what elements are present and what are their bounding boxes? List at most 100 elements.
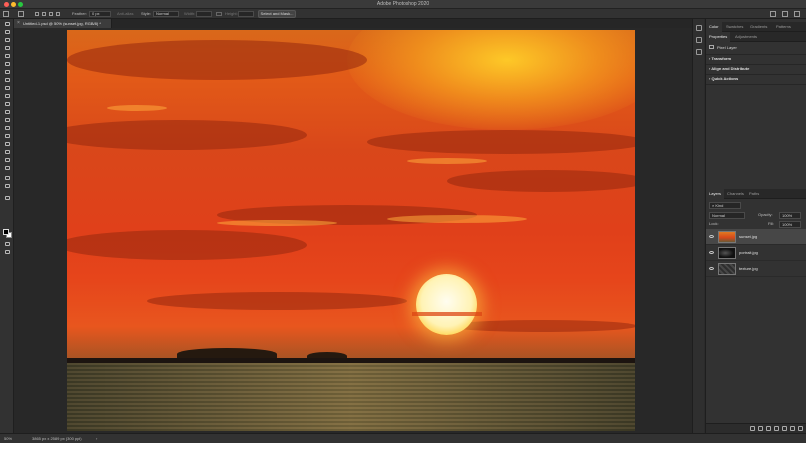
quick-selection-tool-icon[interactable]: [3, 45, 11, 51]
quick-mask-icon[interactable]: [3, 241, 11, 247]
tab-gradients[interactable]: Gradients: [747, 22, 770, 32]
layer-thumbnail: [718, 263, 736, 275]
sky-glow: [347, 30, 635, 130]
fill-input[interactable]: 100%: [779, 221, 801, 228]
hand-tool-icon[interactable]: [3, 175, 11, 181]
sun: [416, 274, 477, 335]
layer-row[interactable]: portrait.jpg: [706, 245, 806, 261]
fill-label: Fill:: [768, 221, 775, 226]
share-icon[interactable]: [794, 11, 800, 17]
anti-alias-checkbox[interactable]: Anti-alias: [117, 11, 133, 17]
document-canvas[interactable]: [67, 30, 635, 431]
divider: [706, 64, 806, 65]
pen-tool-icon[interactable]: [3, 141, 11, 147]
transform-section[interactable]: › Transform: [709, 56, 731, 62]
layer-filter-select[interactable]: ⌕ Kind: [709, 202, 741, 209]
align-distribute-section[interactable]: › Align and Distribute: [709, 66, 749, 72]
feather-input[interactable]: 0 px: [89, 11, 111, 17]
blend-mode-select[interactable]: Normal: [709, 212, 745, 219]
divider: [706, 74, 806, 75]
tab-paths[interactable]: Paths: [746, 189, 762, 199]
status-menu-arrow[interactable]: ›: [96, 434, 97, 443]
quick-actions-section[interactable]: › Quick Actions: [709, 76, 738, 82]
document-tab[interactable]: × Untitled-1.psd @ 50% (sunset.jpg, RGB/…: [14, 19, 112, 28]
swap-dimensions-icon[interactable]: [216, 12, 222, 16]
subtract-selection-icon[interactable]: [49, 12, 53, 16]
rectangle-tool-icon[interactable]: [3, 165, 11, 171]
new-selection-icon[interactable]: [35, 12, 39, 16]
section-label: Transform: [711, 56, 732, 61]
screen-mode-icon[interactable]: [3, 249, 11, 255]
libraries-panel-icon[interactable]: [696, 49, 702, 55]
move-tool-icon[interactable]: [3, 21, 11, 27]
marquee-tool-preset-icon[interactable]: [18, 11, 24, 17]
adjustment-layer-icon[interactable]: [774, 426, 779, 431]
eraser-tool-icon[interactable]: [3, 109, 11, 115]
tools-panel: [0, 19, 14, 433]
edit-toolbar-icon[interactable]: [3, 195, 11, 201]
tab-layers[interactable]: Layers: [706, 189, 725, 199]
layers-footer: [706, 423, 806, 433]
canvas-workspace[interactable]: [14, 28, 704, 433]
tab-channels[interactable]: Channels: [724, 189, 747, 199]
delete-layer-icon[interactable]: [798, 426, 803, 431]
layer-row[interactable]: texture.jpg: [706, 261, 806, 277]
dodge-tool-icon[interactable]: [3, 133, 11, 139]
sun-cloud-band: [412, 312, 482, 316]
new-group-icon[interactable]: [782, 426, 787, 431]
pixel-layer-row: Pixel Layer: [709, 45, 737, 51]
add-to-selection-icon[interactable]: [42, 12, 46, 16]
zoom-tool-icon[interactable]: [3, 183, 11, 189]
home-icon[interactable]: [3, 11, 9, 17]
link-layers-icon[interactable]: [750, 426, 755, 431]
add-mask-icon[interactable]: [766, 426, 771, 431]
tab-color[interactable]: Color: [706, 22, 722, 32]
foreground-color-swatch[interactable]: [3, 229, 9, 235]
width-input[interactable]: [196, 11, 212, 17]
opacity-input[interactable]: 100%: [779, 212, 801, 219]
crop-tool-icon[interactable]: [3, 53, 11, 59]
pixel-layer-icon: [709, 45, 714, 49]
properties-panel-tabs: Properties Adjustments: [706, 32, 806, 42]
intersect-selection-icon[interactable]: [56, 12, 60, 16]
select-and-mask-button[interactable]: Select and Mask...: [258, 10, 296, 18]
brush-tool-icon[interactable]: [3, 85, 11, 91]
lasso-tool-icon[interactable]: [3, 37, 11, 43]
visibility-eye-icon[interactable]: [709, 251, 714, 254]
tab-adjustments[interactable]: Adjustments: [732, 32, 760, 42]
type-tool-icon[interactable]: [3, 149, 11, 155]
clone-stamp-tool-icon[interactable]: [3, 93, 11, 99]
blur-tool-icon[interactable]: [3, 125, 11, 131]
marquee-tool-icon[interactable]: [3, 29, 11, 35]
panel-icons-column: [692, 19, 704, 433]
new-layer-icon[interactable]: [790, 426, 795, 431]
visibility-eye-icon[interactable]: [709, 235, 714, 238]
eyedropper-tool-icon[interactable]: [3, 69, 11, 75]
layer-row[interactable]: sunset.jpg: [706, 229, 806, 245]
visibility-eye-icon[interactable]: [709, 267, 714, 270]
tab-swatches[interactable]: Swatches: [723, 22, 746, 32]
healing-brush-tool-icon[interactable]: [3, 77, 11, 83]
history-brush-tool-icon[interactable]: [3, 101, 11, 107]
history-panel-icon[interactable]: [696, 25, 702, 31]
pixel-layer-label: Pixel Layer: [717, 45, 737, 50]
gradient-tool-icon[interactable]: [3, 117, 11, 123]
layer-thumbnail: [718, 231, 736, 243]
tab-patterns[interactable]: Patterns: [773, 22, 794, 32]
workspace-icon[interactable]: [782, 11, 788, 17]
height-input[interactable]: [238, 11, 254, 17]
tab-properties[interactable]: Properties: [706, 32, 731, 42]
frame-tool-icon[interactable]: [3, 61, 11, 67]
style-select[interactable]: Normal: [153, 11, 179, 17]
cloud: [147, 292, 407, 310]
path-selection-tool-icon[interactable]: [3, 157, 11, 163]
opacity-label: Opacity:: [758, 212, 773, 217]
brush-settings-panel-icon[interactable]: [696, 37, 702, 43]
layer-style-icon[interactable]: [758, 426, 763, 431]
divider: [706, 54, 806, 55]
layers-panel-tabs: Layers Channels Paths: [706, 189, 806, 199]
feather-label: Feather:: [72, 11, 87, 16]
zoom-level[interactable]: 50%: [4, 434, 12, 443]
close-tab-icon[interactable]: ×: [17, 19, 20, 28]
search-icon[interactable]: [770, 11, 776, 17]
